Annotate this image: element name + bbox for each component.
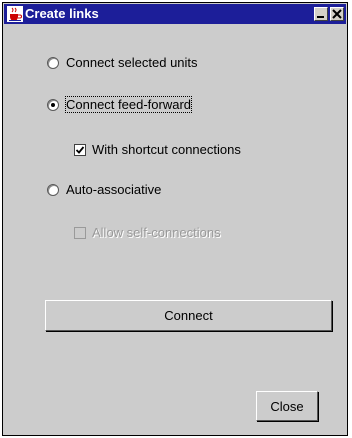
connect-feed-forward-label: Connect feed-forward	[64, 96, 193, 113]
close-button[interactable]: Close	[256, 391, 318, 421]
auto-associative-option[interactable]: Auto-associative	[47, 182, 161, 197]
connect-selected-radio[interactable]	[47, 56, 59, 69]
close-icon[interactable]	[330, 7, 344, 21]
connect-feed-forward-option[interactable]: Connect feed-forward	[47, 96, 193, 113]
allow-self-connections-label: Allow self-connections	[92, 225, 221, 240]
connect-feed-forward-radio[interactable]	[47, 98, 59, 111]
create-links-window: Create links Connect selected units Conn…	[2, 2, 348, 436]
connect-selected-option[interactable]: Connect selected units	[47, 55, 198, 70]
window-title: Create links	[25, 6, 99, 21]
java-cup-icon	[7, 6, 23, 22]
connect-button[interactable]: Connect	[45, 300, 332, 331]
shortcut-connections-option[interactable]: With shortcut connections	[74, 142, 241, 157]
shortcut-connections-label: With shortcut connections	[92, 142, 241, 157]
allow-self-connections-checkbox	[74, 226, 86, 239]
minimize-icon[interactable]	[314, 7, 328, 21]
auto-associative-label: Auto-associative	[66, 182, 162, 197]
connect-selected-label: Connect selected units	[66, 55, 198, 70]
auto-associative-radio[interactable]	[47, 183, 59, 196]
title-bar[interactable]: Create links	[4, 4, 346, 24]
shortcut-connections-checkbox[interactable]	[74, 143, 86, 156]
allow-self-connections-option: Allow self-connections	[74, 225, 221, 240]
